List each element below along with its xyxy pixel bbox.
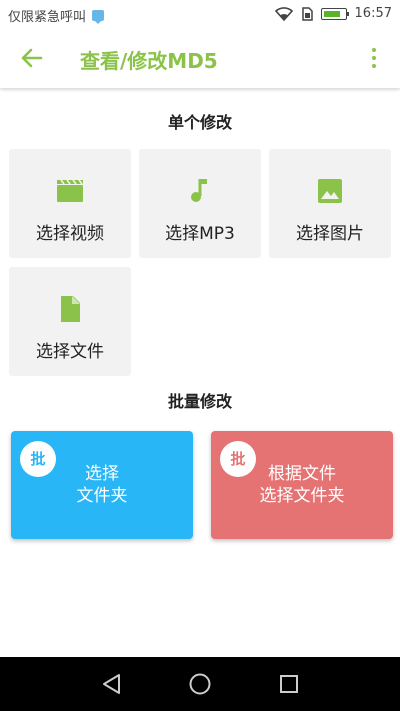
nav-recents-icon[interactable] (276, 671, 302, 697)
back-arrow-icon[interactable] (18, 44, 46, 72)
section-title-single: 单个修改 (167, 113, 232, 132)
nav-back-icon[interactable] (99, 671, 125, 697)
batch-card-text: 根据文件 选择文件夹 (211, 463, 393, 507)
status-right: 16:57 (274, 6, 392, 21)
app-bar: 查看/修改MD5 (0, 28, 400, 88)
overflow-menu-icon[interactable] (362, 46, 386, 70)
nav-home-icon[interactable] (187, 671, 213, 697)
tile-label: 选择文件 (36, 342, 104, 362)
select-image-tile[interactable]: 选择图片 (269, 149, 391, 258)
select-file-tile[interactable]: 选择文件 (9, 267, 131, 376)
sim-card-icon (301, 6, 313, 21)
batch-select-folder-button[interactable]: 批 选择 文件夹 (11, 431, 193, 539)
batch-card-line1: 选择 (85, 464, 119, 484)
battery-icon (320, 7, 349, 20)
section-title-batch: 批量修改 (167, 392, 232, 411)
video-clapper-icon (57, 179, 83, 202)
music-note-icon (191, 179, 207, 202)
batch-card-line1: 根据文件 (268, 464, 336, 484)
wifi-icon (274, 6, 293, 21)
tile-label: 选择MP3 (165, 224, 235, 244)
batch-card-line2: 选择文件夹 (259, 486, 345, 506)
file-icon (61, 296, 80, 322)
message-notification-icon (92, 10, 105, 24)
page-title: 查看/修改MD5 (80, 49, 218, 73)
image-icon (318, 179, 342, 203)
select-video-tile[interactable]: 选择视频 (9, 149, 131, 258)
carrier-text: 仅限紧急呼叫 (8, 10, 87, 25)
status-left: 仅限紧急呼叫 (8, 6, 105, 25)
batch-select-folder-by-file-button[interactable]: 批 根据文件 选择文件夹 (211, 431, 393, 539)
batch-card-line2: 文件夹 (76, 486, 128, 506)
tile-label: 选择图片 (296, 224, 364, 244)
status-time: 16:57 (354, 6, 392, 21)
batch-card-text: 选择 文件夹 (11, 463, 193, 507)
status-bar: 仅限紧急呼叫 16:57 (0, 0, 400, 28)
tile-label: 选择视频 (36, 224, 104, 244)
system-navigation-bar (0, 657, 400, 711)
select-mp3-tile[interactable]: 选择MP3 (139, 149, 261, 258)
